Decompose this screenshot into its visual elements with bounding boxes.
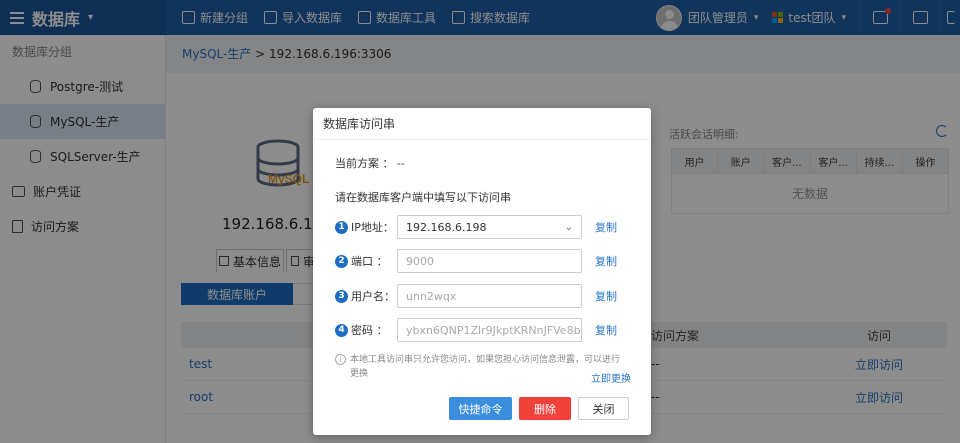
security-note: i 本地工具访问串只允许您访问，如果您担心访问信息泄露，可以进行更换	[335, 353, 635, 381]
port-input[interactable]: 9000	[397, 249, 582, 273]
delete-button[interactable]: 删除	[519, 397, 571, 420]
copy-ip-button[interactable]: 复制	[595, 219, 617, 235]
password-input[interactable]: ybxn6QNP1Zlr9JkptKRNnJFVe8b	[397, 318, 582, 342]
step-number: 2	[335, 254, 348, 268]
step-number: 4	[335, 323, 348, 337]
instruction-text: 请在数据库客户端中填写以下访问串	[335, 191, 511, 204]
username-label: 用户名：	[351, 290, 395, 303]
port-field-row: 2 端口 ： 9000 复制	[335, 249, 617, 273]
access-string-dialog: 数据库访问串 当前方案 ： -- 请在数据库客户端中填写以下访问串 1 IP地址…	[313, 108, 651, 435]
username-input[interactable]: unn2wqx	[397, 284, 582, 308]
chevron-down-icon: ⌄	[564, 221, 573, 233]
copy-password-button[interactable]: 复制	[595, 322, 617, 338]
close-button[interactable]: 关闭	[578, 397, 629, 420]
quick-command-button[interactable]: 快捷命令	[449, 397, 512, 420]
password-label: 密码 ：	[351, 324, 388, 337]
step-number: 3	[335, 289, 348, 303]
ip-field-row: 1 IP地址： 192.168.6.198 ⌄ 复制	[335, 215, 617, 239]
copy-port-button[interactable]: 复制	[595, 253, 617, 269]
ip-select[interactable]: 192.168.6.198 ⌄	[397, 215, 582, 239]
username-field-row: 3 用户名： unn2wqx 复制	[335, 284, 617, 308]
info-icon: i	[335, 354, 346, 365]
port-label: 端口 ：	[351, 255, 388, 268]
copy-username-button[interactable]: 复制	[595, 288, 617, 304]
password-field-row: 4 密码 ： ybxn6QNP1Zlr9JkptKRNnJFVe8b 复制	[335, 318, 617, 342]
step-number: 1	[335, 220, 348, 234]
dialog-title: 数据库访问串	[313, 108, 651, 140]
current-scheme: 当前方案 ： --	[335, 157, 405, 170]
replace-now-link[interactable]: 立即更换	[591, 370, 631, 385]
ip-label: IP地址：	[351, 221, 394, 234]
